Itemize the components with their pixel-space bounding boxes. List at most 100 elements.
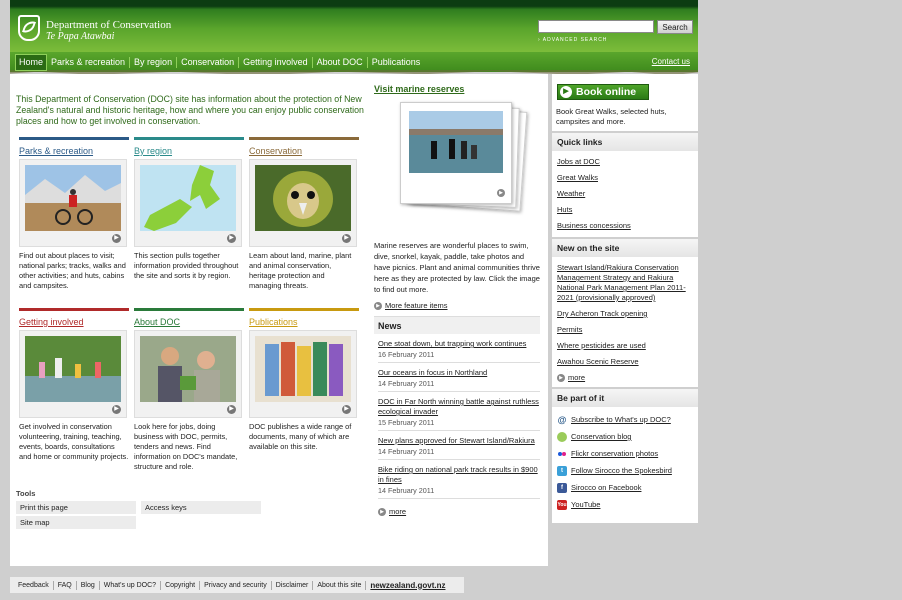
flickr-link[interactable]: Flickr conservation photos xyxy=(552,445,698,462)
marine-reserves-link[interactable]: Visit marine reserves xyxy=(374,84,540,94)
footer-whats-up-doc-link[interactable]: What's up DOC? xyxy=(100,580,162,590)
play-icon[interactable]: ▶ xyxy=(342,405,351,414)
blog-link[interactable]: Conservation blog xyxy=(552,428,698,445)
footer-about-site-link[interactable]: About this site xyxy=(313,580,367,590)
page: Department of Conservation Te Papa Atawb… xyxy=(10,0,698,600)
news-date: 14 February 2011 xyxy=(378,379,435,388)
cyclist-photo[interactable] xyxy=(25,165,121,231)
tile-color-bar xyxy=(19,308,129,311)
nav-parks-recreation[interactable]: Parks & recreation xyxy=(47,56,131,68)
brand-name[interactable]: Department of Conservation xyxy=(46,19,171,31)
kakapo-photo[interactable] xyxy=(255,165,351,231)
nav-conservation[interactable]: Conservation xyxy=(177,56,240,68)
nav-publications[interactable]: Publications xyxy=(368,57,425,68)
staff-photo[interactable] xyxy=(140,336,236,402)
play-icon[interactable]: ▶ xyxy=(112,405,121,414)
footer-privacy-link[interactable]: Privacy and security xyxy=(200,580,272,590)
tile-photo-frame[interactable]: ▶ xyxy=(134,330,242,418)
twitter-link[interactable]: t Follow Sirocco the Spokesbird xyxy=(552,462,698,479)
main-nav: Home Parks & recreation By region Conser… xyxy=(10,52,698,76)
tile-photo-frame[interactable]: ▶ xyxy=(134,159,242,247)
new-item[interactable]: Stewart Island/Rakiura Conservation Mana… xyxy=(552,263,698,303)
news-title[interactable]: DOC in Far North winning battle against … xyxy=(378,397,540,417)
news-title[interactable]: Bike riding on national park track resul… xyxy=(378,465,540,485)
play-icon[interactable]: ▶ xyxy=(227,405,236,414)
play-icon[interactable]: ▶ xyxy=(342,234,351,243)
play-icon[interactable]: ▶ xyxy=(497,189,505,197)
news-title[interactable]: New plans approved for Stewart Island/Ra… xyxy=(378,436,540,446)
facebook-link[interactable]: f Sirocco on Facebook xyxy=(552,479,698,496)
tile-getting-involved: Getting involved ▶ Get involved in conse… xyxy=(19,308,129,462)
contact-us-link[interactable]: Contact us xyxy=(652,57,690,66)
news-item[interactable]: DOC in Far North winning battle against … xyxy=(378,392,540,431)
marine-reserve-photo[interactable] xyxy=(409,111,503,173)
new-item[interactable]: Awahou Scenic Reserve xyxy=(552,357,698,367)
new-item[interactable]: Dry Acheron Track opening xyxy=(552,309,698,319)
tile-title[interactable]: By region xyxy=(134,146,244,156)
region-map-image[interactable] xyxy=(140,165,236,231)
play-icon[interactable]: ▶ xyxy=(227,234,236,243)
nav-by-region[interactable]: By region xyxy=(130,56,178,68)
quick-links-heading: Quick links xyxy=(552,133,698,151)
tile-photo-frame[interactable]: ▶ xyxy=(249,159,357,247)
access-keys-link[interactable]: Access keys xyxy=(141,501,261,514)
feature-image-stack[interactable]: ▶ xyxy=(374,100,540,216)
site-map-link[interactable]: Site map xyxy=(16,516,136,529)
nz-govt-link[interactable]: newzealand.govt.nz xyxy=(370,581,445,590)
brochures-photo[interactable] xyxy=(255,336,351,402)
nav-about-doc[interactable]: About DOC xyxy=(313,56,368,68)
youtube-link[interactable]: You YouTube xyxy=(552,496,698,513)
quick-link-business-concessions[interactable]: Business concessions xyxy=(552,221,698,231)
print-page-link[interactable]: Print this page xyxy=(16,501,136,514)
footer-faq-link[interactable]: FAQ xyxy=(54,580,77,590)
tile-photo-frame[interactable]: ▶ xyxy=(249,330,357,418)
tile-title[interactable]: Publications xyxy=(249,317,359,327)
search-input[interactable] xyxy=(538,20,654,33)
tile-title[interactable]: About DOC xyxy=(134,317,244,327)
quick-link-great-walks[interactable]: Great Walks xyxy=(552,173,698,183)
tile-description: Look here for jobs, doing business with … xyxy=(134,422,238,471)
nav-home[interactable]: Home xyxy=(15,53,48,71)
new-item[interactable]: Permits xyxy=(552,325,698,335)
footer-copyright-link[interactable]: Copyright xyxy=(161,580,201,590)
search-button[interactable]: Search xyxy=(657,20,693,34)
quick-link-weather[interactable]: Weather xyxy=(552,189,698,199)
tile-title[interactable]: Conservation xyxy=(249,146,359,156)
tile-color-bar xyxy=(19,137,129,140)
new-item[interactable]: Where pesticides are used xyxy=(552,341,698,351)
quick-link-jobs[interactable]: Jobs at DOC xyxy=(552,157,698,167)
advanced-search-link[interactable]: › ADVANCED SEARCH xyxy=(538,37,607,43)
news-date: 16 February 2011 xyxy=(378,350,435,359)
tile-title[interactable]: Getting involved xyxy=(19,317,129,327)
nav-getting-involved[interactable]: Getting involved xyxy=(239,56,313,68)
news-title[interactable]: Our oceans in focus in Northland xyxy=(378,368,540,378)
tile-photo-frame[interactable]: ▶ xyxy=(19,159,127,247)
arrow-right-icon: ▶ xyxy=(557,373,565,382)
tile-title[interactable]: Parks & recreation xyxy=(19,146,129,156)
new-on-site-more-link[interactable]: ▶ more xyxy=(557,373,698,382)
footer-disclaimer-link[interactable]: Disclaimer xyxy=(272,580,314,590)
subscribe-link[interactable]: @ Subscribe to What's up DOC? xyxy=(552,411,698,428)
news-more-link[interactable]: ▶ more xyxy=(378,507,540,516)
tile-photo-frame[interactable]: ▶ xyxy=(19,330,127,418)
tile-publications: Publications ▶ DOC publishes a wide rang… xyxy=(249,308,359,452)
new-on-site-panel: New on the site Stewart Island/Rakiura C… xyxy=(552,239,698,387)
news-title[interactable]: One stoat down, but trapping work contin… xyxy=(378,339,540,349)
tile-color-bar xyxy=(134,137,244,140)
news-item[interactable]: New plans approved for Stewart Island/Ra… xyxy=(378,431,540,460)
youtube-icon: You xyxy=(557,499,567,510)
doc-logo-icon[interactable] xyxy=(18,15,40,41)
volunteers-photo[interactable] xyxy=(25,336,121,402)
tile-by-region: By region ▶ This section pulls together … xyxy=(134,137,244,281)
news-item[interactable]: Our oceans in focus in Northland 14 Febr… xyxy=(378,363,540,392)
more-feature-items-link[interactable]: ▶ More feature items xyxy=(374,301,540,310)
book-online-button[interactable]: ▶ Book online xyxy=(557,84,649,100)
quick-link-huts[interactable]: Huts xyxy=(552,205,698,215)
news-item[interactable]: One stoat down, but trapping work contin… xyxy=(378,334,540,363)
arrow-right-icon: ▶ xyxy=(378,507,386,516)
news-item[interactable]: Bike riding on national park track resul… xyxy=(378,460,540,499)
play-icon[interactable]: ▶ xyxy=(112,234,121,243)
footer-blog-link[interactable]: Blog xyxy=(77,580,100,590)
footer-feedback-link[interactable]: Feedback xyxy=(14,580,54,590)
tile-description: Find out about places to visit; national… xyxy=(19,251,126,290)
